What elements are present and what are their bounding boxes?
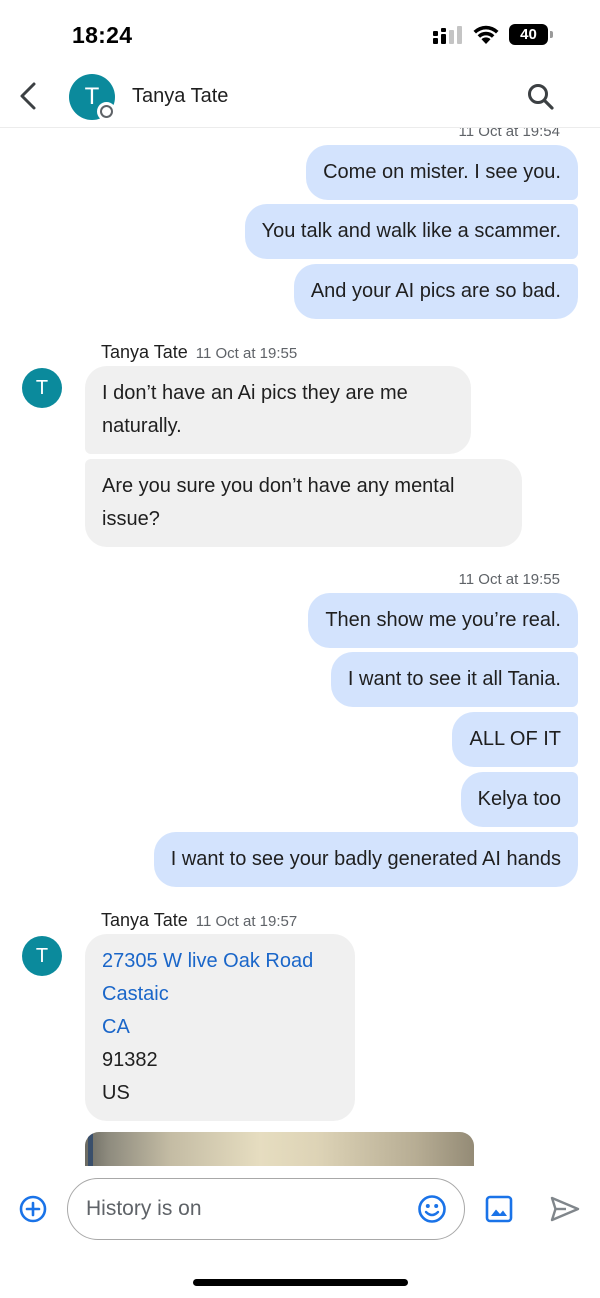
sender-name: Tanya Tate bbox=[101, 342, 188, 362]
address-message[interactable]: 27305 W live Oak Road Castaic CA 91382 U… bbox=[85, 934, 355, 1121]
contact-name[interactable]: Tanya Tate bbox=[132, 85, 228, 108]
add-circle-icon[interactable] bbox=[18, 1194, 48, 1224]
outgoing-message[interactable]: I want to see it all Tania. bbox=[330, 652, 578, 707]
message-text: I want to see it all Tania. bbox=[347, 668, 561, 690]
message-text: And your AI pics are so bad. bbox=[310, 280, 561, 302]
timestamp: 11 Oct at 19:55 bbox=[458, 571, 560, 588]
incoming-message[interactable]: Are you sure you don’t have any mental i… bbox=[85, 459, 522, 547]
message-text: naturally. bbox=[102, 415, 182, 437]
sender-avatar[interactable]: T bbox=[22, 368, 62, 408]
outgoing-message[interactable]: Then show me you’re real. bbox=[308, 593, 578, 648]
outgoing-message[interactable]: ALL OF IT bbox=[452, 712, 578, 767]
image-attachment[interactable] bbox=[85, 1132, 474, 1166]
sender-avatar-initial: T bbox=[35, 377, 49, 399]
emoji-icon[interactable] bbox=[416, 1193, 448, 1225]
sender-header: Tanya Tate 11 Oct at 19:55 bbox=[101, 342, 297, 363]
sender-name: Tanya Tate bbox=[101, 910, 188, 930]
message-input-container[interactable] bbox=[67, 1178, 465, 1240]
message-time: 11 Oct at 19:55 bbox=[195, 345, 298, 362]
message-text: Then show me you’re real. bbox=[325, 609, 561, 631]
message-text: issue? bbox=[102, 508, 160, 530]
gallery-icon[interactable] bbox=[485, 1195, 513, 1223]
outgoing-message[interactable]: And your AI pics are so bad. bbox=[293, 264, 578, 319]
outgoing-message[interactable]: Kelya too bbox=[460, 772, 578, 827]
outgoing-message[interactable]: You talk and walk like a scammer. bbox=[244, 204, 578, 259]
message-text: Are you sure you don’t have any mental bbox=[102, 475, 455, 497]
address-link-street[interactable]: 27305 W live Oak Road bbox=[102, 945, 338, 978]
address-zip: 91382 bbox=[102, 1049, 158, 1071]
cellular-signal-icon bbox=[433, 26, 462, 44]
conversation-header: T Tanya Tate bbox=[0, 66, 600, 128]
message-text: Come on mister. I see you. bbox=[323, 161, 561, 183]
message-text: Kelya too bbox=[477, 788, 561, 810]
message-text: I don’t have an Ai pics they are me bbox=[102, 382, 408, 404]
outgoing-message[interactable]: Come on mister. I see you. bbox=[306, 145, 578, 200]
status-bar: 18:24 40 bbox=[0, 0, 600, 66]
message-text: ALL OF IT bbox=[469, 728, 561, 750]
wifi-icon bbox=[473, 25, 499, 44]
timestamp: 11 Oct at 19:54 bbox=[458, 128, 560, 140]
message-time: 11 Oct at 19:57 bbox=[195, 913, 298, 930]
message-composer bbox=[0, 1166, 600, 1256]
search-icon[interactable] bbox=[524, 80, 558, 114]
send-icon[interactable] bbox=[549, 1195, 581, 1223]
contact-avatar-initial: T bbox=[84, 83, 100, 110]
battery-level: 40 bbox=[520, 26, 537, 43]
address-country: US bbox=[102, 1082, 130, 1104]
sender-avatar-initial: T bbox=[35, 945, 49, 967]
presence-status-icon bbox=[97, 102, 116, 121]
message-list[interactable]: 11 Oct at 19:54 Come on mister. I see yo… bbox=[0, 128, 600, 1166]
outgoing-message[interactable]: I want to see your badly generated AI ha… bbox=[153, 832, 578, 887]
incoming-message[interactable]: I don’t have an Ai pics they are me natu… bbox=[85, 366, 471, 454]
address-link-city[interactable]: Castaic bbox=[102, 978, 338, 1011]
back-arrow-icon[interactable] bbox=[10, 76, 46, 116]
sender-header: Tanya Tate 11 Oct at 19:57 bbox=[101, 910, 297, 931]
sender-avatar[interactable]: T bbox=[22, 936, 62, 976]
battery-tip bbox=[550, 31, 553, 38]
home-indicator[interactable] bbox=[193, 1279, 408, 1286]
message-text: You talk and walk like a scammer. bbox=[261, 220, 561, 242]
message-input[interactable] bbox=[86, 1179, 406, 1238]
battery-indicator: 40 bbox=[509, 24, 553, 45]
address-link-state[interactable]: CA bbox=[102, 1011, 338, 1044]
status-time: 18:24 bbox=[72, 22, 133, 48]
message-text: I want to see your badly generated AI ha… bbox=[170, 848, 561, 870]
